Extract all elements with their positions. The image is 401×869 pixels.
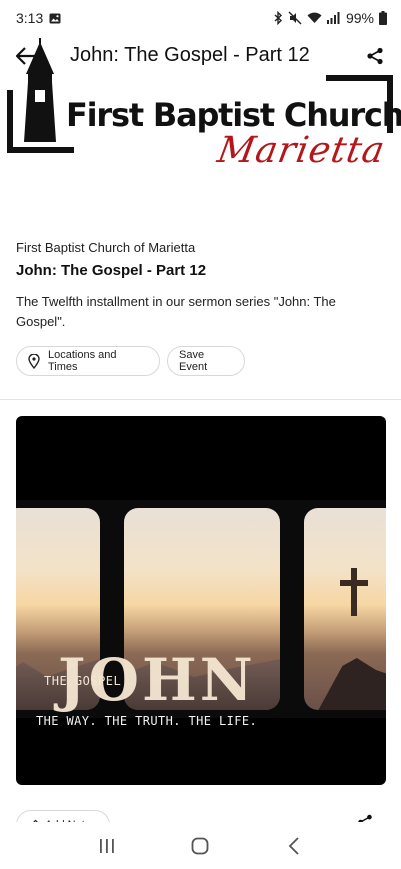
sermon-small-title: THE GOSPEL <box>44 674 122 688</box>
organization-name: First Baptist Church of Marietta <box>16 240 196 255</box>
bluetooth-icon <box>273 11 283 25</box>
status-bar: 3:13 99% <box>0 0 401 36</box>
recents-icon[interactable] <box>87 831 127 861</box>
battery-percent: 99% <box>345 10 374 26</box>
logo-title: First Baptist Church <box>66 96 401 134</box>
cross-icon <box>340 568 368 616</box>
sermon-title-block: JOHN THE GOSPEL THE WAY. THE TRUTH. THE … <box>34 646 374 738</box>
home-icon[interactable] <box>180 831 220 861</box>
logo-script: Marietta <box>214 130 389 171</box>
event-description: The Twelfth installment in our sermon se… <box>16 294 336 329</box>
status-time: 3:13 <box>16 10 44 26</box>
battery-icon <box>379 11 387 25</box>
locations-label: Locations and Times <box>48 349 117 373</box>
save-event-label: Save Event <box>179 349 208 373</box>
event-title: John: The Gospel - Part 12 <box>16 262 207 279</box>
location-pin-icon <box>28 353 40 369</box>
mute-icon <box>288 11 302 25</box>
share-icon[interactable] <box>363 44 387 68</box>
app-header: John: The Gospel - Part 12 <box>0 36 401 76</box>
nav-back-icon[interactable] <box>274 831 314 861</box>
divider <box>0 399 401 400</box>
signal-icon <box>326 12 341 24</box>
system-nav-bar <box>0 822 401 869</box>
wifi-icon <box>307 12 322 24</box>
back-arrow-icon[interactable] <box>14 44 38 68</box>
locations-and-times-button[interactable]: Locations and Times <box>16 346 160 376</box>
gallery-icon <box>49 13 61 24</box>
save-event-button[interactable]: Save Event <box>167 346 245 376</box>
sermon-tagline: THE WAY. THE TRUTH. THE LIFE. <box>36 714 258 728</box>
page-title: John: The Gospel - Part 12 <box>70 44 310 66</box>
sermon-image: JOHN THE GOSPEL THE WAY. THE TRUTH. THE … <box>16 416 386 785</box>
